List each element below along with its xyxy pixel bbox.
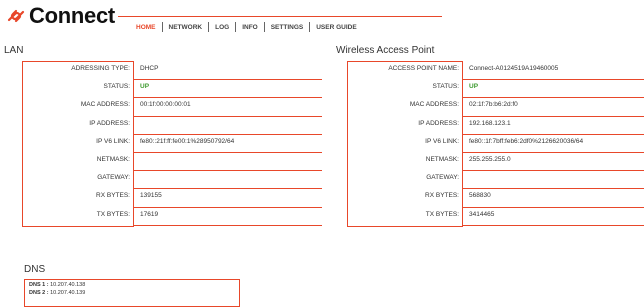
lan-row: GATEWAY:: [22, 170, 130, 188]
lan-row-label: IP ADDRESS:: [89, 119, 130, 127]
header-divider: [118, 16, 442, 17]
wap-row-label: ACCESS POINT NAME:: [388, 65, 459, 72]
dns-list: DNS 1 : 10.207.40.138 DNS 2 : 10.207.40.1…: [29, 282, 85, 298]
wap-row: TX BYTES:: [347, 207, 459, 225]
wap-row-underline: [463, 97, 644, 99]
wap-row: GATEWAY:: [347, 170, 459, 188]
wap-row-label: MAC ADDRESS:: [409, 101, 459, 109]
dns-entry-label: DNS 1 :: [29, 282, 49, 288]
lan-row-label: RX BYTES:: [96, 192, 130, 200]
dns-entry: DNS 1 : 10.207.40.138: [29, 282, 85, 290]
lan-row-value: DHCP: [140, 65, 159, 72]
nav-network[interactable]: NETWORK: [163, 24, 209, 31]
lan-row-underline: [134, 224, 322, 226]
lan-row: IP ADDRESS:: [22, 116, 130, 134]
logo: Connect: [4, 2, 115, 30]
lan-row-underline: [134, 115, 322, 117]
lan-row: ADRESSING TYPE:: [22, 61, 130, 79]
wap-row-label: NETMASK:: [425, 156, 459, 163]
wap-title: Wireless Access Point: [336, 45, 435, 56]
lan-row-underline: [134, 79, 322, 81]
wap-row-underline: [463, 133, 644, 135]
wap-row-underline: [463, 224, 644, 226]
wap-row-value: 192.168.123.1: [469, 119, 511, 127]
dns-entry: DNS 2 : 10.207.40.139: [29, 290, 85, 298]
link-chain-icon: [7, 9, 25, 23]
wap-row-label: GATEWAY:: [426, 174, 459, 182]
lan-row-label: STATUS:: [103, 83, 130, 91]
wap-row-underline: [463, 79, 644, 81]
lan-title: LAN: [4, 45, 24, 56]
nav-home[interactable]: HOME: [130, 24, 162, 31]
wap-row-value: 02:1f:7b:b6:2d:f0: [469, 101, 518, 109]
lan-row-label: GATEWAY:: [97, 174, 130, 182]
wap-row-label: STATUS:: [432, 83, 459, 91]
wap-row-value: 568830: [469, 192, 491, 200]
nav-log[interactable]: LOG: [209, 24, 235, 31]
main-nav: HOME NETWORK LOG INFO SETTINGS USER GUIDE: [130, 22, 363, 32]
lan-row-underline: [134, 152, 322, 153]
lan-row-value: 17619: [140, 210, 159, 218]
wap-row-label: RX BYTES:: [425, 192, 459, 200]
wap-row: ACCESS POINT NAME:: [347, 61, 459, 79]
dns-entry-value: 10.207.40.139: [48, 290, 86, 296]
lan-row: TX BYTES:: [22, 207, 130, 225]
lan-row-label: IP V6 LINK:: [96, 137, 130, 145]
wap-row-value: 3414465: [469, 210, 495, 218]
lan-row-label: MAC ADDRESS:: [80, 101, 130, 109]
lan-row-label: ADRESSING TYPE:: [71, 65, 130, 72]
wap-row-value: fe80::1f:7bff:feb6:2df0%2126620036/64: [469, 137, 584, 145]
lan-row-underline: [134, 206, 322, 208]
wap-row-value: Connect-A0124519A19460005: [469, 65, 559, 72]
wap-row-value: 255.255.255.0: [469, 156, 511, 163]
lan-row-underline: [134, 170, 322, 172]
wap-row-value: UP: [469, 83, 479, 91]
lan-row: RX BYTES:: [22, 188, 130, 206]
nav-user-guide[interactable]: USER GUIDE: [310, 24, 362, 31]
wap-row-underline: [463, 206, 644, 208]
lan-row-value: 139155: [140, 192, 162, 200]
wap-row: IP V6 LINK:: [347, 134, 459, 152]
wap-row-underline: [463, 115, 644, 117]
lan-row-underline: [134, 188, 322, 190]
nav-info[interactable]: INFO: [236, 24, 264, 31]
dns-entry-label: DNS 2 :: [29, 290, 49, 296]
wap-row: IP ADDRESS:: [347, 116, 459, 134]
dns-entry-value: 10.207.40.138: [48, 282, 86, 288]
logo-text: Connect: [29, 3, 115, 28]
wap-row-label: TX BYTES:: [425, 210, 459, 218]
lan-row: NETMASK:: [22, 152, 130, 170]
lan-row-value: 00:1f:00:00:00:01: [140, 101, 191, 109]
lan-row-label: TX BYTES:: [96, 210, 130, 218]
wap-row: NETMASK:: [347, 152, 459, 170]
wap-row-underline: [463, 188, 644, 190]
wap-row: RX BYTES:: [347, 188, 459, 206]
dns-box: DNS 1 : 10.207.40.138 DNS 2 : 10.207.40.1…: [24, 279, 240, 307]
wap-row-underline: [463, 170, 644, 172]
wap-row-underline: [463, 152, 644, 153]
lan-row-label: NETMASK:: [96, 156, 130, 163]
wap-row: STATUS:: [347, 79, 459, 97]
lan-row: IP V6 LINK:: [22, 134, 130, 152]
nav-settings[interactable]: SETTINGS: [265, 24, 310, 31]
wap-row-label: IP V6 LINK:: [425, 137, 459, 145]
lan-row-value: fe80::21f:ff:fe00:1%28950792/64: [140, 137, 235, 145]
lan-row-underline: [134, 97, 322, 99]
wap-row-label: IP ADDRESS:: [418, 119, 459, 127]
wap-row: MAC ADDRESS:: [347, 97, 459, 115]
lan-row: STATUS:: [22, 79, 130, 97]
lan-row-value: UP: [140, 83, 150, 91]
dns-title: DNS: [24, 264, 46, 275]
lan-row-underline: [134, 133, 322, 135]
lan-row: MAC ADDRESS:: [22, 97, 130, 115]
